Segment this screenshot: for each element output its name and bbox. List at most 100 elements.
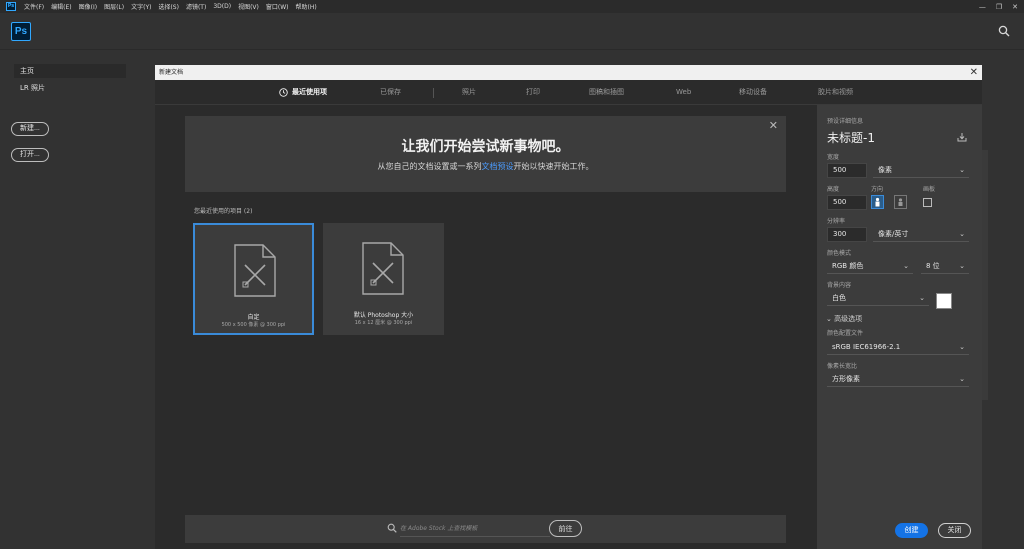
chevron-down-icon: ⌄ — [826, 315, 835, 323]
menu-help[interactable]: 帮助(H) — [296, 2, 317, 11]
tab-art-illustration[interactable]: 图稿和插图 — [589, 80, 624, 105]
tab-saved[interactable]: 已保存 — [380, 80, 401, 105]
sidebar-item-lr-photos[interactable]: LR 照片 — [14, 81, 126, 95]
minimize-button[interactable]: — — [979, 3, 986, 11]
menu-file[interactable]: 文件(F) — [24, 2, 44, 11]
banner-subtitle: 从您自己的文档设置或一系列文档预设开始以快速开始工作。 — [185, 161, 786, 172]
bit-depth-select[interactable]: 8 位 ⌄ — [921, 259, 969, 274]
tab-film-video[interactable]: 胶片和视频 — [818, 80, 853, 105]
save-preset-icon[interactable] — [957, 132, 967, 142]
search-icon[interactable] — [998, 25, 1010, 37]
search-icon — [387, 523, 397, 533]
menu-filter[interactable]: 滤镜(T) — [186, 2, 206, 11]
height-label: 高度 — [827, 186, 840, 193]
restore-button[interactable]: ❐ — [996, 3, 1002, 11]
color-mode-value: RGB 颜色 — [832, 262, 864, 270]
preset-card-default-photoshop[interactable]: 默认 Photoshop 大小 16 x 12 厘米 @ 300 ppi — [323, 223, 444, 335]
landscape-orientation-button[interactable] — [894, 195, 907, 209]
close-button[interactable]: 关闭 — [938, 523, 971, 538]
background-select[interactable]: 白色 ⌄ — [827, 291, 929, 306]
card-name: 默认 Photoshop 大小 — [353, 312, 414, 319]
stock-search-input[interactable] — [400, 521, 550, 537]
menu-select[interactable]: 选择(S) — [158, 2, 179, 11]
document-name-field[interactable]: 未标题-1 — [827, 129, 875, 146]
document-icon — [234, 244, 276, 297]
bit-depth-value: 8 位 — [926, 262, 940, 270]
document-presets-link[interactable]: 文档预设 — [482, 162, 514, 171]
pixel-aspect-select[interactable]: 方形像素 ⌄ — [827, 372, 969, 387]
chevron-down-icon: ⌄ — [959, 230, 965, 238]
home-sidebar: 主页 LR 照片 新建... 打开... — [0, 51, 140, 549]
sidebar-item-home[interactable]: 主页 — [14, 64, 126, 78]
advanced-options-label: 高级选项 — [834, 315, 863, 323]
top-bar: Ps — [0, 13, 1024, 50]
menu-type[interactable]: 文字(Y) — [131, 2, 151, 11]
background-panel-edge — [982, 150, 988, 400]
menu-3d[interactable]: 3D(D) — [213, 3, 231, 10]
menu-layer[interactable]: 图层(L) — [104, 2, 124, 11]
open-file-button[interactable]: 打开... — [11, 148, 49, 162]
advanced-options-toggle[interactable]: ⌄ 高级选项 — [826, 314, 862, 324]
preset-card-custom[interactable]: 自定 500 x 500 像素 @ 300 ppi — [193, 223, 314, 335]
width-unit-select[interactable]: 像素 ⌄ — [873, 163, 969, 178]
pixel-aspect-label: 像素长宽比 — [827, 363, 858, 370]
tab-separator — [433, 88, 434, 98]
chevron-down-icon: ⌄ — [959, 375, 965, 383]
dialog-titlebar: 新建文档 ✕ — [155, 65, 982, 80]
color-profile-value: sRGB IEC61966-2.1 — [832, 343, 901, 351]
background-color-swatch[interactable] — [936, 293, 952, 309]
go-button[interactable]: 前往 — [549, 520, 582, 537]
menu-window[interactable]: 窗口(W) — [266, 2, 289, 11]
preset-details-panel: 预设详细信息 未标题-1 宽度 500 像素 ⌄ 高度 方向 画板 500 分辨… — [817, 105, 982, 549]
preset-details-header: 预设详细信息 — [827, 118, 864, 125]
width-input[interactable]: 500 — [827, 163, 867, 178]
tab-photo[interactable]: 照片 — [462, 80, 476, 105]
tab-mobile[interactable]: 移动设备 — [739, 80, 767, 105]
resolution-unit-select[interactable]: 像素/英寸 ⌄ — [873, 227, 969, 242]
color-mode-select[interactable]: RGB 颜色 ⌄ — [827, 259, 913, 274]
tab-web[interactable]: Web — [676, 80, 691, 105]
tab-recent[interactable]: 最近使用项 — [292, 80, 327, 105]
banner-sub-text-end: 开始以快速开始工作。 — [513, 162, 594, 171]
new-file-button[interactable]: 新建... — [11, 122, 49, 136]
dialog-title: 新建文档 — [159, 69, 184, 76]
width-unit-value: 像素 — [878, 166, 892, 174]
dialog-close-icon[interactable]: ✕ — [970, 65, 978, 80]
menu-edit[interactable]: 编辑(E) — [51, 2, 71, 11]
person-icon — [875, 197, 880, 207]
chevron-down-icon: ⌄ — [959, 166, 965, 174]
stock-search-bar: 前往 — [185, 515, 786, 543]
artboard-label: 画板 — [923, 186, 936, 193]
person-icon — [898, 198, 903, 206]
pixel-aspect-value: 方形像素 — [832, 375, 860, 383]
new-document-dialog: 新建文档 ✕ 最近使用项 已保存 照片 打印 图稿和插图 Web 移动设备 胶片… — [155, 65, 982, 549]
menu-view[interactable]: 视图(V) — [238, 2, 259, 11]
create-button[interactable]: 创建 — [895, 523, 928, 538]
preset-tabs: 最近使用项 已保存 照片 打印 图稿和插图 Web 移动设备 胶片和视频 — [155, 80, 982, 105]
color-profile-label: 颜色配置文件 — [827, 330, 864, 337]
recent-items-label: 您最近使用的项目 (2) — [194, 208, 253, 215]
banner-title: 让我们开始尝试新事物吧。 — [401, 139, 570, 155]
tab-print[interactable]: 打印 — [526, 80, 540, 105]
artboard-checkbox[interactable] — [923, 198, 932, 207]
menu-image[interactable]: 图像(I) — [79, 2, 97, 11]
resolution-input[interactable]: 300 — [827, 227, 867, 242]
document-icon — [362, 242, 404, 295]
chevron-down-icon: ⌄ — [919, 294, 925, 302]
card-meta: 500 x 500 像素 @ 300 ppi — [221, 322, 286, 328]
menubar: Ps 文件(F) 编辑(E) 图像(I) 图层(L) 文字(Y) 选择(S) 滤… — [0, 0, 1024, 13]
color-mode-label: 颜色模式 — [827, 250, 852, 257]
clock-icon — [279, 88, 288, 97]
color-profile-select[interactable]: sRGB IEC61966-2.1 ⌄ — [827, 340, 969, 355]
orientation-label: 方向 — [871, 186, 884, 193]
chevron-down-icon: ⌄ — [959, 262, 965, 270]
height-input[interactable]: 500 — [827, 195, 867, 210]
window-controls: — ❐ ✕ — [979, 0, 1018, 13]
card-meta: 16 x 12 厘米 @ 300 ppi — [354, 320, 413, 326]
banner-sub-text: 从您自己的文档设置或一系列 — [377, 162, 482, 171]
width-label: 宽度 — [827, 154, 840, 161]
resolution-label: 分辨率 — [827, 218, 846, 225]
portrait-orientation-button[interactable] — [871, 195, 884, 209]
window-close-button[interactable]: ✕ — [1012, 3, 1018, 11]
banner-close-icon[interactable]: ✕ — [769, 119, 778, 132]
